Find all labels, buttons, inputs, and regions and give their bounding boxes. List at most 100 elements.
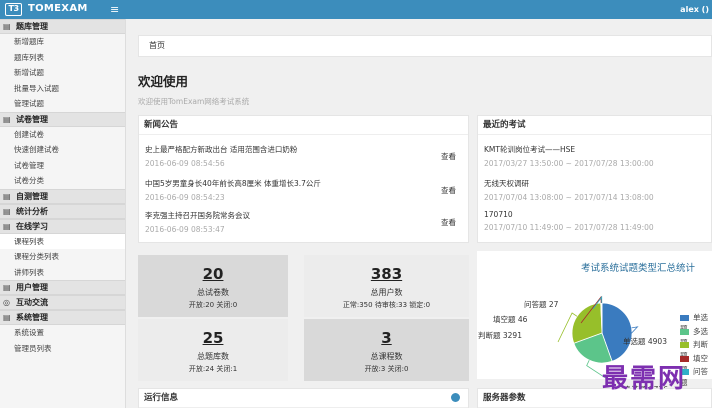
exams-panel-title: 最近的考试 [478, 116, 711, 135]
app-title[interactable]: TOMEXAM [28, 3, 88, 14]
sidebar-group-icon: ▤ [3, 114, 11, 124]
logo-mark: T3 [5, 3, 22, 16]
sidebar-item[interactable]: 试卷分类 [0, 173, 125, 189]
menu-toggle-icon[interactable]: ≡ [110, 3, 119, 16]
sidebar-group-label: 统计分析 [16, 206, 48, 216]
stat-number[interactable]: 3 [304, 329, 469, 347]
breadcrumb: 首页 [138, 35, 712, 57]
sidebar-group-icon: ▤ [3, 313, 11, 322]
stat-number[interactable]: 383 [304, 265, 469, 283]
stat-banks: 25 总题库数 开放:24 关闭:1 [138, 319, 288, 381]
sidebar-group-icon: ▤ [3, 221, 11, 231]
pie-slice-label-2: 判断题 3291 [478, 331, 522, 340]
sidebar-item[interactable]: 新增试题 [0, 65, 125, 81]
sidebar-group-icon: ▤ [3, 191, 11, 201]
sidebar-group[interactable]: ▤ 统计分析 [0, 203, 125, 219]
exam-item[interactable]: 无线天权调研 2017/07/04 13:08:00 ~ 2017/07/14 … [484, 178, 654, 202]
stat-label: 总用户数 [370, 288, 403, 297]
sidebar-group-icon: ▤ [3, 22, 11, 31]
sidebar-item[interactable]: 创建试卷 [0, 127, 125, 143]
sidebar-group-icon: ▤ [3, 283, 11, 292]
watermark: 最需网 [602, 364, 687, 394]
stat-courses: 3 总课程数 开放:3 关闭:0 [304, 319, 469, 381]
news-item[interactable]: 中国5岁男童身长40年前长高8厘米 体重增长3.7公斤 2016-06-09 0… [145, 178, 465, 202]
sidebar-item[interactable]: 批量导入试题 [0, 81, 125, 97]
sidebar-group-label: 系统管理 [16, 313, 48, 322]
stat-label: 总题库数 [197, 352, 229, 361]
news-item[interactable]: 史上最严格配方新政出台 适用范围含进口奶粉 2016-06-09 08:54:5… [145, 144, 465, 168]
sidebar-group[interactable]: ▤ 用户管理 [0, 280, 125, 295]
sidebar-group[interactable]: ▤ 题库管理 [0, 19, 125, 34]
sidebar-group-icon: ▤ [3, 206, 11, 216]
stat-label: 总课程数 [370, 352, 403, 361]
sidebar-item[interactable]: 新增题库 [0, 34, 125, 50]
exam-date: 2017/07/10 11:49:00 ~ 2017/07/28 11:49:0… [484, 223, 654, 232]
news-date: 2016-06-09 08:53:47 [145, 225, 225, 234]
news-title[interactable]: 李克强主持召开国务院常务会议 [145, 210, 465, 221]
news-panel: 新闻公告 史上最严格配方新政出台 适用范围含进口奶粉 2016-06-09 08… [138, 115, 469, 243]
sidebar-group-label: 试卷管理 [16, 114, 48, 124]
sidebar-item[interactable]: 课程分类列表 [0, 249, 125, 265]
stat-number[interactable]: 25 [138, 329, 288, 347]
sidebar-group-label: 互动交流 [16, 298, 48, 307]
stat-detail: 开放:3 关闭:0 [364, 365, 409, 373]
legend-swatch [680, 328, 689, 335]
sidebar: ▤ 题库管理 新增题库 题库列表 新增试题 批量导入试题 管理试题 ▤ 试卷管理 创建试卷 快速创建… [0, 19, 126, 408]
news-view-link[interactable]: 查看 [441, 217, 456, 228]
pie-slice-label-0: 单选题 4903 [623, 337, 667, 346]
exam-title[interactable]: 无线天权调研 [484, 178, 654, 189]
news-date: 2016-06-09 08:54:56 [145, 159, 225, 168]
sidebar-group-icon: ◎ [3, 298, 10, 307]
run-info-title: 运行信息 [139, 389, 468, 408]
sidebar-item[interactable]: 试卷管理 [0, 158, 125, 174]
sidebar-group[interactable]: ▤ 在线学习 [0, 218, 125, 234]
pie-slice-label-3: 填空题 46 [493, 315, 528, 324]
sidebar-item[interactable]: 快速创建试卷 [0, 142, 125, 158]
sidebar-group[interactable]: ▤ 系统管理 [0, 310, 125, 325]
sidebar-group[interactable]: ▤ 自测管理 [0, 188, 125, 204]
sidebar-group[interactable]: ◎ 互动交流 [0, 295, 125, 310]
stat-detail: 开放:20 关闭:0 [188, 301, 238, 309]
refresh-icon[interactable] [451, 393, 460, 402]
sidebar-item[interactable]: 管理试题 [0, 96, 125, 112]
page-subtitle: 欢迎使用TomExam网络考试系统 [138, 97, 250, 106]
sidebar-item[interactable]: 管理员列表 [0, 341, 125, 357]
sidebar-item[interactable]: 课程列表 [0, 233, 125, 249]
stat-detail: 开放:24 关闭:1 [188, 365, 238, 373]
exams-panel: 最近的考试 KMT轮训岗位考试——HSE 2017/03/27 13:50:00… [477, 115, 712, 243]
news-title[interactable]: 史上最严格配方新政出台 适用范围含进口奶粉 [145, 144, 465, 155]
exam-item[interactable]: 170710 2017/07/10 11:49:00 ~ 2017/07/28 … [484, 210, 654, 232]
exam-title[interactable]: 170710 [484, 210, 654, 219]
sidebar-group-label: 在线学习 [16, 221, 48, 231]
stat-papers: 20 总试卷数 开放:20 关闭:0 [138, 255, 288, 317]
breadcrumb-home[interactable]: 首页 [149, 41, 165, 50]
sidebar-item[interactable]: 题库列表 [0, 50, 125, 66]
news-panel-title: 新闻公告 [139, 116, 468, 135]
news-item[interactable]: 李克强主持召开国务院常务会议 2016-06-09 08:53:47 [145, 210, 465, 234]
user-menu[interactable]: alex () [680, 5, 709, 14]
stat-detail: 正常:350 待审核:33 锁定:0 [342, 301, 431, 309]
news-view-link[interactable]: 查看 [441, 151, 456, 162]
sidebar-group-label: 题库管理 [16, 22, 48, 31]
run-info-panel: 运行信息 [138, 388, 469, 408]
exam-item[interactable]: KMT轮训岗位考试——HSE 2017/03/27 13:50:00 ~ 201… [484, 144, 654, 168]
news-date: 2016-06-09 08:54:23 [145, 193, 225, 202]
sidebar-group-label: 自测管理 [16, 191, 48, 201]
top-bar: T3 TOMEXAM ≡ alex () [0, 0, 712, 19]
stat-number[interactable]: 20 [138, 265, 288, 283]
news-title[interactable]: 中国5岁男童身长40年前长高8厘米 体重增长3.7公斤 [145, 178, 465, 189]
exam-title[interactable]: KMT轮训岗位考试——HSE [484, 144, 654, 155]
exam-date: 2017/03/27 13:50:00 ~ 2017/07/28 13:00:0… [484, 159, 654, 168]
stat-users: 383 总用户数 正常:350 待审核:33 锁定:0 [304, 255, 469, 317]
legend-swatch [680, 342, 689, 348]
legend-swatch [680, 315, 689, 321]
sidebar-group[interactable]: ▤ 试卷管理 [0, 111, 125, 127]
stat-label: 总试卷数 [197, 288, 229, 297]
page-title: 欢迎使用 [138, 74, 189, 89]
pie-slice-label-4: 问答题 27 [524, 300, 559, 309]
sidebar-item[interactable]: 讲师列表 [0, 265, 125, 281]
sidebar-group-label: 用户管理 [16, 283, 48, 292]
exam-date: 2017/07/04 13:08:00 ~ 2017/07/14 13:08:0… [484, 193, 654, 202]
sidebar-item[interactable]: 系统设置 [0, 325, 125, 341]
news-view-link[interactable]: 查看 [441, 185, 456, 196]
